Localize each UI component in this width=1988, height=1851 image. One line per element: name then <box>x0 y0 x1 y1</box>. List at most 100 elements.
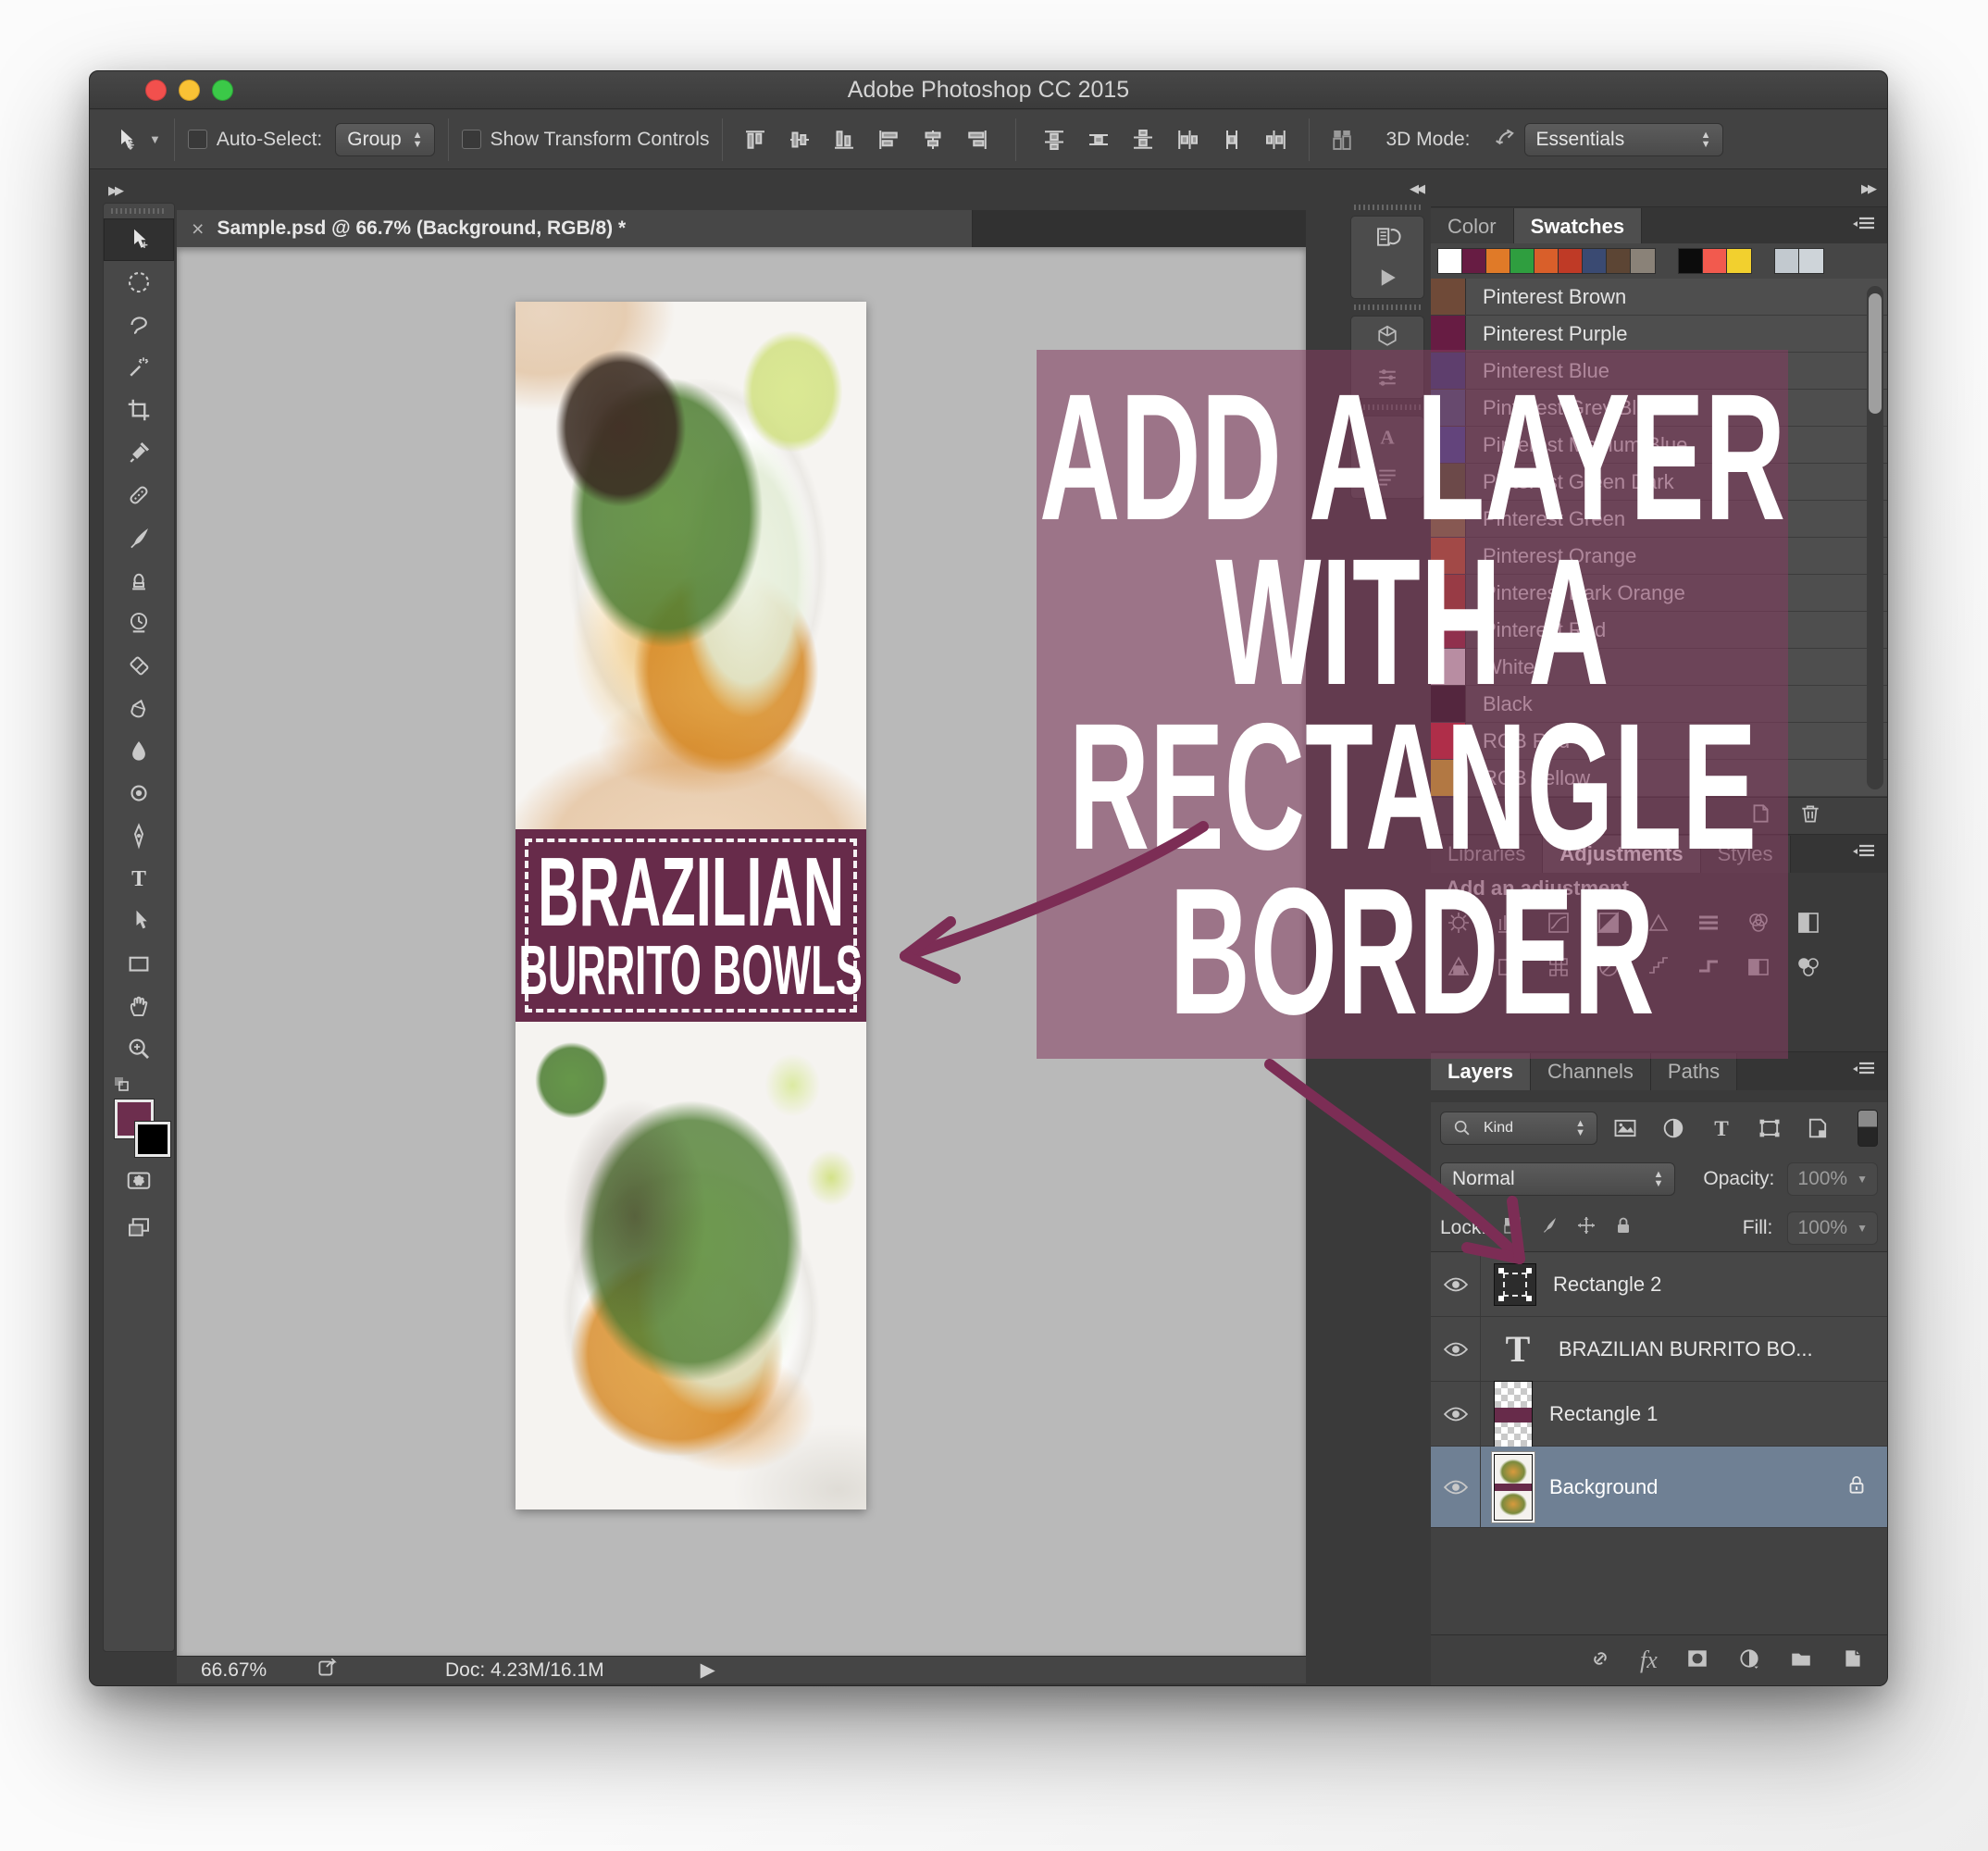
close-document-icon[interactable]: × <box>192 217 204 242</box>
color-chip[interactable] <box>1799 249 1823 273</box>
swatch-item[interactable]: Pinterest Dark Orange <box>1431 575 1887 612</box>
document-tab[interactable]: × Sample.psd @ 66.7% (Background, RGB/8)… <box>177 210 973 247</box>
move-tool[interactable] <box>104 218 174 261</box>
tab-libraries[interactable]: Libraries <box>1431 836 1543 873</box>
eyedropper-tool[interactable] <box>104 431 174 474</box>
tab-swatches[interactable]: Swatches <box>1514 208 1643 245</box>
channel-mixer-adjustment-icon[interactable] <box>1490 952 1527 982</box>
swap-colors-icon[interactable] <box>111 1074 133 1100</box>
distribute-top-edges-icon[interactable] <box>1035 120 1074 159</box>
workspace-dropdown[interactable]: Essentials ▲▼ <box>1524 123 1723 156</box>
dock-grip[interactable] <box>1354 404 1421 410</box>
magic-wand-tool[interactable] <box>104 346 174 389</box>
swatch-item[interactable]: White <box>1431 649 1887 686</box>
panel-menu-icon[interactable] <box>1841 207 1887 245</box>
swatch-item[interactable]: Pinterest Brown <box>1431 279 1887 316</box>
lock-pixels-icon[interactable] <box>1538 1214 1560 1242</box>
color-chip[interactable] <box>1510 249 1534 273</box>
black-white-adjustment-icon[interactable] <box>1790 908 1827 938</box>
distribute-bottom-edges-icon[interactable] <box>1124 120 1162 159</box>
layer-visibility-toggle[interactable] <box>1431 1382 1481 1446</box>
new-swatch-icon[interactable] <box>1748 801 1772 830</box>
filter-kind-dropdown[interactable]: Kind ▲▼ <box>1440 1112 1597 1145</box>
auto-select-checkbox[interactable] <box>188 130 207 149</box>
background-color-well[interactable] <box>135 1122 170 1157</box>
photo-filter-adjustment-icon[interactable] <box>1440 952 1477 982</box>
tab-channels[interactable]: Channels <box>1531 1053 1651 1090</box>
new-layer-icon[interactable] <box>1841 1646 1865 1675</box>
panel-menu-icon[interactable] <box>1841 1052 1887 1090</box>
invert-adjustment-icon[interactable] <box>1590 952 1627 982</box>
crop-tool[interactable] <box>104 389 174 431</box>
color-balance-adjustment-icon[interactable] <box>1740 908 1777 938</box>
posterize-adjustment-icon[interactable] <box>1640 952 1677 982</box>
filter-toggle[interactable] <box>1858 1110 1878 1147</box>
layer-thumbnail[interactable] <box>1494 1454 1533 1521</box>
blur-tool[interactable] <box>104 729 174 772</box>
tab-paths[interactable]: Paths <box>1651 1053 1737 1090</box>
color-lookup-adjustment-icon[interactable] <box>1540 952 1577 982</box>
type-tool[interactable]: T <box>104 857 174 900</box>
gradient-map-adjustment-icon[interactable] <box>1740 952 1777 982</box>
clone-stamp-tool[interactable] <box>104 559 174 602</box>
filter-shape-layers-icon[interactable] <box>1749 1111 1790 1146</box>
expand-tools-icon[interactable]: ▶▶ <box>108 183 121 197</box>
pen-tool[interactable] <box>104 814 174 857</box>
3d-rotate-icon[interactable] <box>1485 120 1524 159</box>
align-top-edges-icon[interactable] <box>736 120 775 159</box>
path-selection-tool[interactable] <box>104 900 174 942</box>
doc-size-field[interactable]: Doc: 4.23M/16.1M <box>445 1659 604 1682</box>
fill-field[interactable]: 100% ▼ <box>1787 1211 1878 1245</box>
levels-adjustment-icon[interactable] <box>1490 908 1527 938</box>
move-tool-icon[interactable] <box>106 120 145 159</box>
color-chip[interactable] <box>1607 249 1631 273</box>
layer-visibility-toggle[interactable] <box>1431 1252 1481 1316</box>
document-canvas[interactable]: BRAZILIAN BURRITO BOWLS <box>516 302 866 1509</box>
dodge-tool[interactable] <box>104 772 174 814</box>
distribute-left-edges-icon[interactable] <box>1168 120 1207 159</box>
color-chip[interactable] <box>1438 249 1462 273</box>
eraser-tool[interactable] <box>104 644 174 687</box>
distribute-vertical-centers-icon[interactable] <box>1079 120 1118 159</box>
show-transform-checkbox[interactable] <box>462 130 481 149</box>
tab-adjustments[interactable]: Adjustments <box>1543 836 1700 873</box>
align-vertical-centers-icon[interactable] <box>780 120 819 159</box>
tools-grip[interactable] <box>111 208 167 214</box>
rectangle-tool[interactable] <box>104 942 174 985</box>
color-chip[interactable] <box>1703 249 1727 273</box>
paragraph-panel-icon[interactable] <box>1351 457 1423 498</box>
filter-smart-objects-icon[interactable] <box>1797 1111 1838 1146</box>
lock-transparency-icon[interactable] <box>1501 1214 1523 1242</box>
color-chip[interactable] <box>1583 249 1607 273</box>
dock-grip[interactable] <box>1354 205 1421 210</box>
swatch-item[interactable]: Pinterest Red <box>1431 612 1887 649</box>
layer-thumbnail[interactable]: T <box>1494 1328 1542 1371</box>
swatch-scrollbar-thumb[interactable] <box>1869 293 1882 414</box>
new-group-icon[interactable] <box>1789 1646 1813 1675</box>
align-right-edges-icon[interactable] <box>958 120 997 159</box>
layer-row[interactable]: Background <box>1431 1447 1887 1528</box>
blend-mode-dropdown[interactable]: Normal ▲▼ <box>1440 1162 1675 1196</box>
expand-dock-icon[interactable]: ▶▶ <box>1861 181 1874 195</box>
screen-mode-button[interactable] <box>125 1213 153 1246</box>
tab-layers[interactable]: Layers <box>1431 1053 1531 1090</box>
threshold-adjustment-icon[interactable] <box>1690 952 1727 982</box>
status-options-arrow-icon[interactable]: ▶ <box>701 1658 715 1682</box>
spot-healing-tool[interactable] <box>104 474 174 516</box>
align-left-edges-icon[interactable] <box>869 120 908 159</box>
zoom-tool[interactable] <box>104 1027 174 1070</box>
layer-thumbnail[interactable] <box>1494 1263 1536 1306</box>
zoom-level-field[interactable]: 66.67% <box>201 1659 284 1682</box>
auto-select-target-dropdown[interactable]: Group ▲▼ <box>335 123 434 156</box>
swatch-item[interactable]: Pinterest Orange <box>1431 538 1887 575</box>
layer-thumbnail[interactable] <box>1494 1381 1533 1447</box>
properties-panel-icon[interactable] <box>1351 357 1423 398</box>
swatch-item[interactable]: Pinterest Blue <box>1431 353 1887 390</box>
panel-menu-icon[interactable] <box>1841 835 1887 873</box>
color-chip[interactable] <box>1631 249 1655 273</box>
hand-tool[interactable] <box>104 985 174 1027</box>
new-adjustment-layer-icon[interactable] <box>1737 1646 1761 1675</box>
color-chip[interactable] <box>1462 249 1486 273</box>
3d-panel-icon[interactable] <box>1351 317 1423 357</box>
paint-bucket-tool[interactable] <box>104 687 174 729</box>
